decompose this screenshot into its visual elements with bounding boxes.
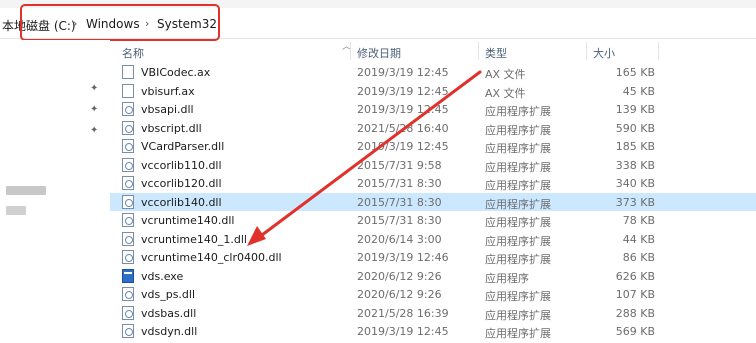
- annotation-arrow: [247, 70, 482, 246]
- annotation-arrow-head: [247, 226, 266, 246]
- annotation-arrow-line: [256, 70, 482, 240]
